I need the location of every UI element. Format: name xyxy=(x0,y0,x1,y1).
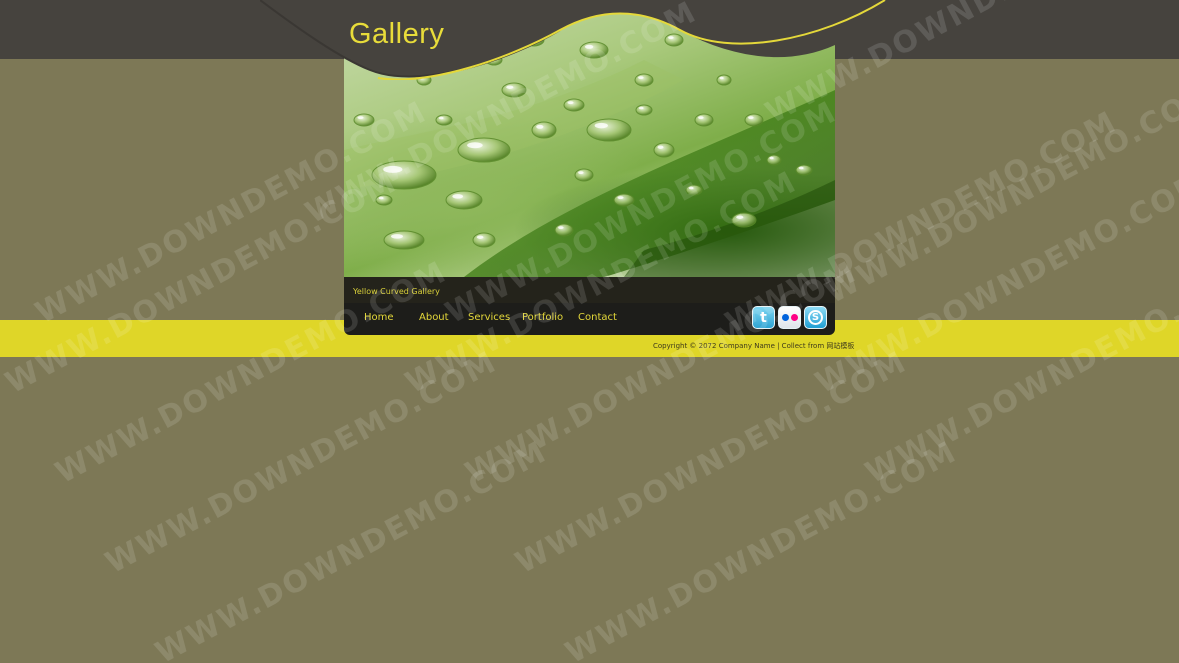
water-drop-highlight xyxy=(736,215,744,219)
water-drop-highlight xyxy=(378,196,384,200)
watermark-text: WWW.DOWNDEMO.COM xyxy=(510,344,913,581)
watermark-text: WWW.DOWNDEMO.COM xyxy=(560,434,963,663)
water-drop xyxy=(574,168,594,182)
water-drop-highlight xyxy=(769,156,774,160)
water-drop xyxy=(563,98,585,112)
water-drop-highlight xyxy=(748,116,754,120)
watermark-text: WWW.DOWNDEMO.COM xyxy=(0,164,403,401)
water-drop-highlight xyxy=(506,85,514,89)
water-drop xyxy=(531,121,557,139)
watermark-text: WWW.DOWNDEMO.COM xyxy=(820,74,1179,311)
water-drop xyxy=(383,230,425,250)
water-drop xyxy=(435,114,453,126)
water-drop xyxy=(635,104,653,116)
nav-portfolio[interactable]: Portfolio xyxy=(522,312,563,323)
watermark-text: WWW.DOWNDEMO.COM xyxy=(100,344,503,581)
water-drop xyxy=(731,212,757,228)
caption-bar: Yellow Curved Gallery xyxy=(344,277,835,303)
watermark-text: WWW.DOWNDEMO.COM xyxy=(860,254,1179,491)
flickr-pink-dot xyxy=(790,314,798,321)
water-drop xyxy=(744,113,764,127)
page-title: Gallery xyxy=(349,18,445,50)
water-drop-highlight xyxy=(578,171,584,175)
water-drop-highlight xyxy=(567,101,574,105)
water-drop xyxy=(586,118,632,142)
water-drop xyxy=(685,184,703,196)
twitter-letter: t xyxy=(760,309,767,326)
skype-icon[interactable]: S xyxy=(804,306,827,329)
watermark-text: WWW.DOWNDEMO.COM xyxy=(150,434,553,663)
water-drop-highlight xyxy=(383,165,403,173)
water-drop-highlight xyxy=(698,116,704,120)
copyright-text: Copyright © 2072 Company Name | Collect … xyxy=(653,342,855,350)
water-drop-highlight xyxy=(798,166,804,170)
water-drop xyxy=(795,164,813,176)
water-drop-highlight xyxy=(536,124,544,129)
water-drop xyxy=(501,82,527,98)
water-drop xyxy=(472,232,496,248)
water-drop xyxy=(653,142,675,158)
water-drop-highlight xyxy=(452,194,464,199)
water-drop-highlight xyxy=(657,145,664,149)
water-drop-highlight xyxy=(688,186,694,190)
flickr-icon[interactable] xyxy=(778,306,801,329)
nav-home[interactable]: Home xyxy=(364,312,394,323)
water-drop-highlight xyxy=(476,235,484,239)
water-drop xyxy=(554,223,574,237)
water-drop-highlight xyxy=(638,106,644,110)
main-nav: Home About Services Portfolio Contact t … xyxy=(344,303,835,335)
water-drop xyxy=(375,194,393,206)
nav-about[interactable]: About xyxy=(419,312,449,323)
nav-services[interactable]: Services xyxy=(468,312,510,323)
water-drop-highlight xyxy=(357,116,364,120)
water-drop-highlight xyxy=(594,122,608,129)
water-drop xyxy=(766,154,782,166)
water-drop xyxy=(371,160,437,190)
water-drop xyxy=(353,113,375,127)
water-drop xyxy=(445,190,483,210)
flickr-blue-dot xyxy=(781,314,789,321)
water-drop xyxy=(457,137,511,163)
watermark-text: WWW.DOWNDEMO.COM xyxy=(810,164,1179,401)
water-drop xyxy=(613,193,635,207)
water-drop-highlight xyxy=(617,196,624,200)
twitter-icon[interactable]: t xyxy=(752,306,775,329)
hero-caption: Yellow Curved Gallery xyxy=(353,287,440,296)
water-drop-highlight xyxy=(391,234,403,239)
water-drop-highlight xyxy=(558,226,564,230)
water-drop-highlight xyxy=(467,142,483,149)
skype-letter: S xyxy=(808,310,823,325)
water-drop xyxy=(694,113,714,127)
nav-contact[interactable]: Contact xyxy=(578,312,617,323)
water-drop-highlight xyxy=(438,116,444,120)
